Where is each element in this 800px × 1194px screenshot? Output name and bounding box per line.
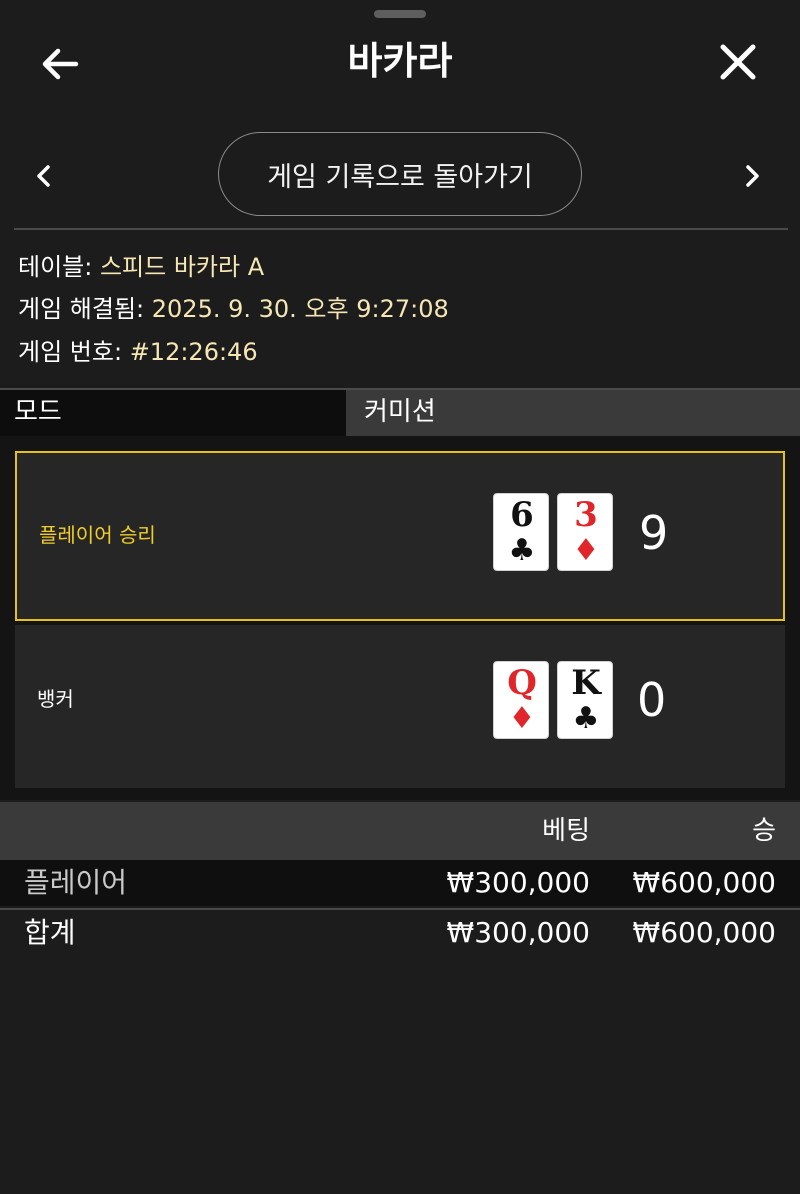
playing-card: 6 ♣: [493, 493, 549, 571]
banker-hand: 뱅커 Q ♦ K ♣ 0: [15, 625, 785, 788]
mode-row: 모드 커미션: [0, 388, 800, 436]
mode-label: 모드: [0, 390, 346, 436]
resolved-value: 2025. 9. 30. 오후 9:27:08: [151, 295, 449, 323]
card-rank: 3: [574, 495, 598, 535]
close-button[interactable]: [712, 40, 764, 86]
bet-name: 플레이어: [24, 866, 128, 899]
total-bet-amount: ₩300,000: [446, 916, 590, 949]
club-icon: ♣: [572, 701, 600, 736]
header: 바카라: [0, 30, 800, 94]
banker-hand-label: 뱅커: [37, 687, 74, 711]
chevron-left-icon: [37, 165, 50, 187]
card-rank: Q: [507, 663, 537, 703]
table-label: 테이블:: [18, 253, 93, 281]
playing-card: K ♣: [557, 661, 613, 739]
game-detail-sheet: 바카라 게임 기록으로 돌아가기 테이블: 스피드 바카라 A 게임 해결됨: …: [0, 0, 800, 1194]
previous-game-button[interactable]: [26, 156, 62, 196]
playing-card: 3 ♦: [557, 493, 613, 571]
mode-value: 커미션: [364, 397, 436, 427]
back-to-history-button[interactable]: 게임 기록으로 돌아가기: [218, 132, 582, 216]
player-hand-label: 플레이어 승리: [39, 523, 156, 547]
table-row: 플레이어 ₩300,000 ₩600,000: [0, 860, 800, 906]
bets-table-header: 베팅 승: [0, 802, 800, 860]
game-number-label: 게임 번호:: [18, 338, 123, 366]
bet-amount: ₩300,000: [446, 866, 590, 899]
card-rank: 6: [510, 495, 534, 535]
game-number-info: 게임 번호: #12:26:46: [18, 337, 258, 367]
table-value: 스피드 바카라 A: [99, 253, 265, 281]
win-column-header: 승: [752, 816, 776, 846]
next-game-button[interactable]: [734, 156, 770, 196]
win-amount: ₩600,000: [632, 866, 776, 899]
chevron-right-icon: [746, 165, 759, 187]
player-hand: 플레이어 승리 6 ♣ 3 ♦ 9: [15, 451, 785, 621]
total-win-amount: ₩600,000: [632, 916, 776, 949]
page-title: 바카라: [347, 39, 453, 83]
bet-column-header: 베팅: [542, 816, 590, 846]
table-info: 테이블: 스피드 바카라 A: [18, 252, 264, 282]
club-icon: ♣: [508, 533, 536, 568]
card-rank: K: [571, 663, 601, 703]
resolved-info: 게임 해결됨: 2025. 9. 30. 오후 9:27:08: [18, 294, 449, 324]
total-row: 합계 ₩300,000 ₩600,000: [0, 908, 800, 956]
diamond-icon: ♦: [508, 701, 536, 736]
total-label: 합계: [24, 916, 76, 949]
banker-score: 0: [637, 673, 667, 727]
resolved-label: 게임 해결됨:: [18, 295, 145, 323]
player-score: 9: [639, 506, 669, 560]
close-icon: [720, 44, 756, 80]
diamond-icon: ♦: [572, 533, 600, 568]
game-result: 플레이어 승리 6 ♣ 3 ♦ 9 뱅커 Q ♦ K ♣ 0: [0, 436, 800, 800]
game-number-value: #12:26:46: [129, 338, 258, 366]
game-navigation: 게임 기록으로 돌아가기: [0, 132, 800, 218]
divider: [14, 228, 788, 230]
sheet-grabber[interactable]: [374, 10, 426, 18]
playing-card: Q ♦: [493, 661, 549, 739]
